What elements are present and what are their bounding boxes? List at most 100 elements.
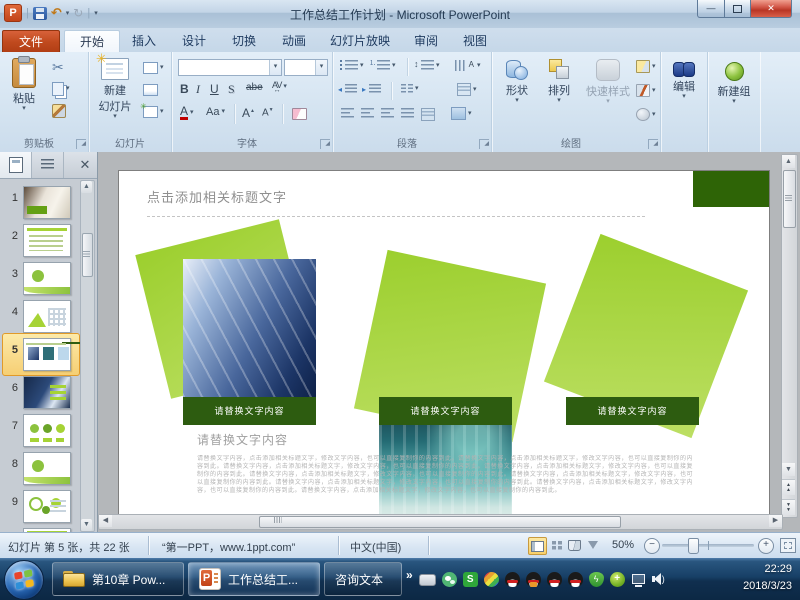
rainbow-app-icon[interactable]: [484, 572, 499, 587]
slide-thumbnail[interactable]: [23, 452, 71, 485]
tab-slides-thumbnails[interactable]: [0, 152, 32, 178]
network-icon[interactable]: [631, 572, 646, 587]
align-right-button[interactable]: [381, 108, 394, 119]
editing-button[interactable]: 编辑 ▾: [667, 62, 701, 100]
paste-button[interactable]: 粘贴 ▾: [6, 58, 42, 112]
cut-button[interactable]: ✂: [52, 60, 64, 74]
increase-indent-button[interactable]: [369, 84, 381, 94]
slide-body-text[interactable]: 请替换文字内容，点击添加相关标题文字，修改文字内容，也可以直接复制你的内容到此。…: [197, 455, 693, 509]
zoom-in-button[interactable]: +: [758, 538, 774, 554]
font-size-combo[interactable]: [284, 59, 328, 76]
copy-button[interactable]: ▾: [52, 82, 70, 96]
tab-review[interactable]: 审阅: [402, 30, 450, 52]
slide-thumbnail[interactable]: [23, 224, 71, 257]
thumbnail-item[interactable]: 7: [0, 412, 80, 448]
thumbnail-item[interactable]: 9: [0, 488, 80, 524]
align-left-button[interactable]: [341, 108, 354, 119]
character-spacing-button[interactable]: AV▾: [272, 80, 287, 94]
zoom-out-button[interactable]: −: [644, 538, 660, 554]
maximize-button[interactable]: [725, 0, 750, 18]
scrollbar-thumb[interactable]: [259, 516, 621, 528]
slide-image-business[interactable]: [183, 259, 316, 397]
undo-icon[interactable]: ↶: [51, 6, 62, 20]
tab-slideshow[interactable]: 幻灯片放映: [320, 30, 400, 52]
quick-styles-button[interactable]: 快速样式 ▾: [582, 59, 634, 105]
taskbar-powerpoint-button[interactable]: 工作总结工...: [188, 562, 320, 596]
text-shadow-button[interactable]: S: [228, 82, 235, 97]
align-text-button[interactable]: ▾: [457, 83, 477, 96]
font-color-button[interactable]: A▾: [180, 106, 194, 120]
minimize-button[interactable]: —: [697, 0, 725, 18]
tab-file[interactable]: 文件: [2, 30, 60, 53]
save-icon[interactable]: [33, 7, 47, 20]
qq-icon[interactable]: [568, 572, 583, 587]
input-keyboard-icon[interactable]: [419, 574, 436, 586]
view-slideshow-button[interactable]: [584, 537, 601, 553]
undo-dropdown-icon[interactable]: ▾: [66, 9, 70, 17]
slide-thumbnail[interactable]: [23, 338, 71, 371]
volume-icon[interactable]: ): [652, 572, 667, 587]
slide-thumbnail[interactable]: [23, 300, 71, 333]
decrease-indent-button[interactable]: [345, 84, 357, 94]
underline-button[interactable]: U: [210, 82, 219, 96]
format-painter-button[interactable]: [52, 104, 66, 118]
qq-work-icon[interactable]: [526, 572, 541, 587]
line-spacing-button[interactable]: ▾: [421, 60, 440, 71]
font-dialog-launcher-icon[interactable]: ◢: [320, 139, 330, 149]
panel-close-icon[interactable]: ✕: [73, 152, 97, 178]
zoom-level[interactable]: 50%: [612, 539, 634, 551]
grow-font-button[interactable]: A: [242, 106, 255, 120]
qat-customize-icon[interactable]: ▾: [94, 9, 98, 17]
slide-subheading[interactable]: 请替换文字内容: [197, 431, 288, 448]
change-case-button[interactable]: Aa▾: [206, 106, 225, 118]
image-caption[interactable]: 请替换文字内容: [566, 397, 699, 425]
taskbar-folder-button[interactable]: 第10章 Pow...: [52, 562, 184, 596]
tab-design[interactable]: 设计: [170, 30, 218, 52]
scroll-left-icon[interactable]: ◀: [99, 515, 112, 527]
redo-icon[interactable]: ↻: [73, 6, 83, 20]
fit-to-window-button[interactable]: [780, 538, 796, 553]
powerpoint-app-icon[interactable]: P: [4, 4, 22, 22]
clear-formatting-button[interactable]: [292, 108, 307, 120]
start-button[interactable]: [4, 560, 44, 600]
paragraph-dialog-launcher-icon[interactable]: ◢: [479, 139, 489, 149]
thumbnail-item[interactable]: 4: [0, 298, 80, 334]
scroll-up-icon[interactable]: ▲: [81, 181, 92, 193]
shrink-font-button[interactable]: A: [262, 107, 274, 118]
zoom-slider-handle[interactable]: [688, 538, 699, 554]
smartart-convert-button[interactable]: ▾: [451, 107, 472, 120]
arrange-button[interactable]: 排列 ▾: [540, 58, 578, 104]
layout-button[interactable]: ▾: [143, 62, 164, 74]
vertical-scrollbar[interactable]: ▲ ▼ ▲▲ ▼▼: [781, 154, 798, 518]
thumbnail-item[interactable]: 3: [0, 260, 80, 296]
italic-button[interactable]: I: [196, 82, 200, 97]
qq-icon[interactable]: [547, 572, 562, 587]
thumbnail-item[interactable]: 8: [0, 450, 80, 486]
new-group-button[interactable]: 新建组 ▾: [712, 62, 756, 105]
scroll-up-icon[interactable]: ▲: [782, 155, 795, 168]
antivirus-shield-icon[interactable]: ϟ: [589, 572, 604, 587]
view-normal-button[interactable]: [528, 537, 547, 555]
taskbar-clock[interactable]: 22:29 2018/3/23: [743, 561, 792, 595]
align-center-button[interactable]: [361, 108, 374, 119]
numbering-button[interactable]: ▾: [377, 60, 396, 71]
scroll-right-icon[interactable]: ▶: [769, 515, 782, 527]
sogou-icon[interactable]: S: [463, 572, 478, 587]
shape-outline-button[interactable]: ▾: [636, 84, 656, 97]
bold-button[interactable]: B: [180, 82, 189, 96]
slide-thumbnail[interactable]: [23, 414, 71, 447]
view-sorter-button[interactable]: [548, 537, 565, 553]
bullets-button[interactable]: ▾: [345, 60, 364, 71]
thumbnail-item[interactable]: 1: [0, 184, 80, 220]
thumbnail-item[interactable]: 2: [0, 222, 80, 258]
tab-transitions[interactable]: 切换: [220, 30, 268, 52]
image-caption[interactable]: 请替换文字内容: [379, 397, 512, 425]
close-button[interactable]: ✕: [750, 0, 792, 18]
tab-insert[interactable]: 插入: [120, 30, 168, 52]
slide-thumbnail[interactable]: [23, 490, 71, 523]
safety-sphere-icon[interactable]: +: [610, 572, 625, 587]
panel-scrollbar[interactable]: ▲ ▼: [80, 180, 95, 532]
shapes-button[interactable]: 形状 ▾: [498, 58, 536, 104]
new-slide-button[interactable]: 新建 幻灯片 ▾: [93, 58, 137, 120]
slide-thumbnail[interactable]: [23, 262, 71, 295]
